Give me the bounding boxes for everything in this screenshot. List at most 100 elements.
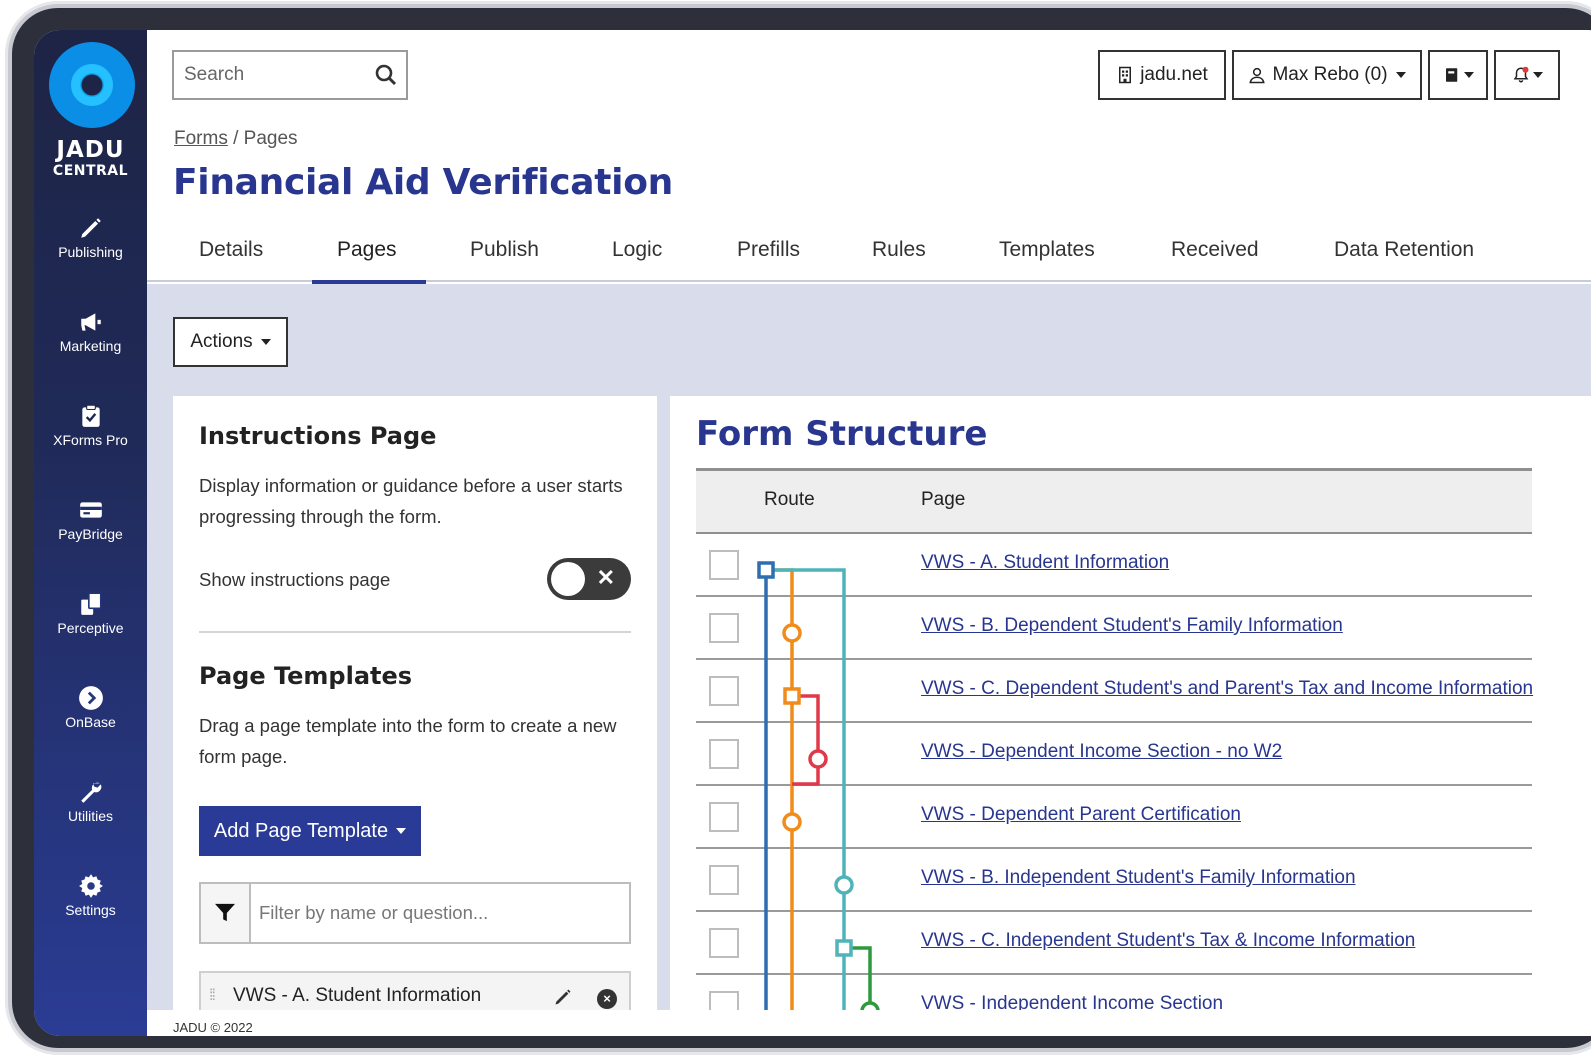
column-header-route: Route [764, 489, 815, 510]
page-link[interactable]: VWS - B. Independent Student's Family In… [921, 867, 1356, 889]
row-checkbox[interactable] [709, 613, 739, 643]
brand-line2: CENTRAL [52, 163, 129, 179]
sidebar-item-label: Publishing [58, 244, 123, 260]
page-templates-description: Drag a page template into the form to cr… [199, 715, 617, 767]
notifications-button[interactable] [1494, 50, 1560, 100]
filter-input[interactable] [259, 890, 619, 936]
instructions-heading: Instructions Page [199, 422, 437, 450]
show-instructions-label: Show instructions page [199, 569, 391, 590]
brand-wordmark: JADU CENTRAL [34, 138, 147, 180]
chevron-down-icon [1463, 72, 1474, 78]
jadu-logo[interactable] [49, 42, 135, 128]
sidebar-item-label: OnBase [65, 714, 116, 730]
tab-templates[interactable]: Templates [999, 238, 1095, 278]
chevron-down-icon [396, 828, 407, 834]
sidebar-item-perceptive[interactable]: Perceptive [34, 588, 147, 636]
add-page-template-label: Add Page Template [213, 819, 389, 842]
sidebar-item-xforms-pro[interactable]: XForms Pro [34, 400, 147, 448]
tab-details[interactable]: Details [199, 238, 263, 278]
close-icon: ✕ [596, 565, 615, 590]
sidebar-item-label: XForms Pro [53, 432, 128, 448]
bell-icon [1513, 66, 1528, 83]
tab-prefills[interactable]: Prefills [737, 238, 800, 278]
device-frame: JADU CENTRAL Publishing Marketing XForms… [12, 8, 1591, 1048]
sidebar-item-onbase[interactable]: OnBase [34, 682, 147, 730]
instructions-description: Display information or guidance before a… [199, 475, 623, 527]
breadcrumb-separator: / [233, 128, 239, 149]
search-icon[interactable] [374, 63, 398, 87]
sidebar-item-publishing[interactable]: Publishing [34, 212, 147, 260]
page-templates-heading: Page Templates [199, 662, 413, 690]
sidebar-item-label: Utilities [67, 808, 114, 824]
app-screen: JADU CENTRAL Publishing Marketing XForms… [34, 30, 1591, 1036]
form-structure-panel: Form Structure Route Page VWS - A. Stude… [670, 396, 1591, 1036]
chevron-down-icon [1395, 72, 1406, 78]
filter-icon [201, 884, 251, 942]
sidebar-item-utilities[interactable]: Utilities [34, 776, 147, 824]
divider [199, 631, 631, 633]
toggle-knob [551, 562, 585, 596]
search-box [172, 50, 408, 100]
sidebar-item-paybridge[interactable]: PayBridge [34, 494, 147, 542]
apps-menu-button[interactable] [1428, 50, 1488, 100]
tab-data-retention[interactable]: Data Retention [1334, 238, 1474, 278]
route-node-circle [782, 623, 802, 643]
page-link[interactable]: VWS - C. Independent Student's Tax & Inc… [921, 930, 1415, 952]
sidebar-item-label: PayBridge [58, 526, 123, 542]
tab-rules[interactable]: Rules [872, 238, 926, 278]
remove-icon[interactable]: × [597, 989, 617, 1009]
sidebar-item-marketing[interactable]: Marketing [34, 306, 147, 354]
template-name: VWS - A. Student Information [233, 985, 482, 1006]
footer-copyright: JADU © 2022 [173, 1020, 253, 1035]
row-checkbox[interactable] [709, 865, 739, 895]
megaphone-icon [34, 306, 147, 336]
site-switcher-button[interactable]: jadu.net [1098, 50, 1226, 100]
breadcrumb-forms-link[interactable]: Forms [174, 128, 228, 149]
site-label: jadu.net [1140, 64, 1208, 85]
sidebar-item-settings[interactable]: Settings [34, 870, 147, 918]
page-title: Financial Aid Verification [173, 162, 673, 203]
route-node-circle [782, 812, 802, 832]
page-link[interactable]: VWS - B. Dependent Student's Family Info… [921, 615, 1343, 637]
page-link[interactable]: VWS - C. Dependent Student's and Parent'… [921, 678, 1533, 700]
route-node-square [835, 939, 853, 957]
route-line-red [792, 694, 820, 786]
route-diagram [757, 561, 880, 1036]
tab-logic[interactable]: Logic [612, 238, 662, 278]
user-menu-button[interactable]: Max Rebo (0) [1232, 50, 1422, 100]
add-page-template-button[interactable]: Add Page Template [199, 806, 421, 856]
row-checkbox[interactable] [709, 550, 739, 580]
tab-bar: Details Pages Publish Logic Prefills Rul… [147, 226, 1591, 282]
drag-handle-icon[interactable]: ⁞⁞ [209, 987, 216, 1005]
show-instructions-toggle[interactable]: ✕ [547, 558, 631, 600]
gear-icon [34, 870, 147, 900]
route-node-circle [808, 749, 828, 769]
row-checkbox[interactable] [709, 928, 739, 958]
brand-line1: JADU [56, 137, 125, 163]
actions-button[interactable]: Actions [173, 317, 288, 367]
tab-publish[interactable]: Publish [470, 238, 539, 278]
user-label: Max Rebo (0) [1272, 64, 1388, 85]
page-link[interactable]: VWS - A. Student Information [921, 552, 1169, 574]
footer: JADU © 2022 [147, 1010, 1591, 1036]
breadcrumb: Forms / Pages [174, 128, 298, 150]
route-node-square [757, 561, 775, 579]
chevron-down-icon [260, 339, 271, 345]
sidebar: JADU CENTRAL Publishing Marketing XForms… [34, 30, 147, 1036]
page-link[interactable]: VWS - Dependent Parent Certification [921, 804, 1241, 826]
tab-received[interactable]: Received [1171, 238, 1259, 278]
form-structure-title: Form Structure [696, 414, 988, 454]
row-checkbox[interactable] [709, 676, 739, 706]
copy-icon [34, 588, 147, 618]
chevron-down-icon [1532, 72, 1543, 78]
row-checkbox[interactable] [709, 802, 739, 832]
page-link[interactable]: VWS - Dependent Income Section - no W2 [921, 741, 1282, 763]
column-header-page: Page [921, 489, 966, 510]
pencil-icon[interactable] [553, 987, 573, 1007]
breadcrumb-current: Pages [243, 128, 298, 149]
actions-label: Actions [190, 331, 253, 352]
search-input[interactable] [174, 52, 364, 98]
row-checkbox[interactable] [709, 739, 739, 769]
tab-pages[interactable]: Pages [337, 238, 397, 278]
sidebar-item-label: Marketing [59, 338, 122, 354]
